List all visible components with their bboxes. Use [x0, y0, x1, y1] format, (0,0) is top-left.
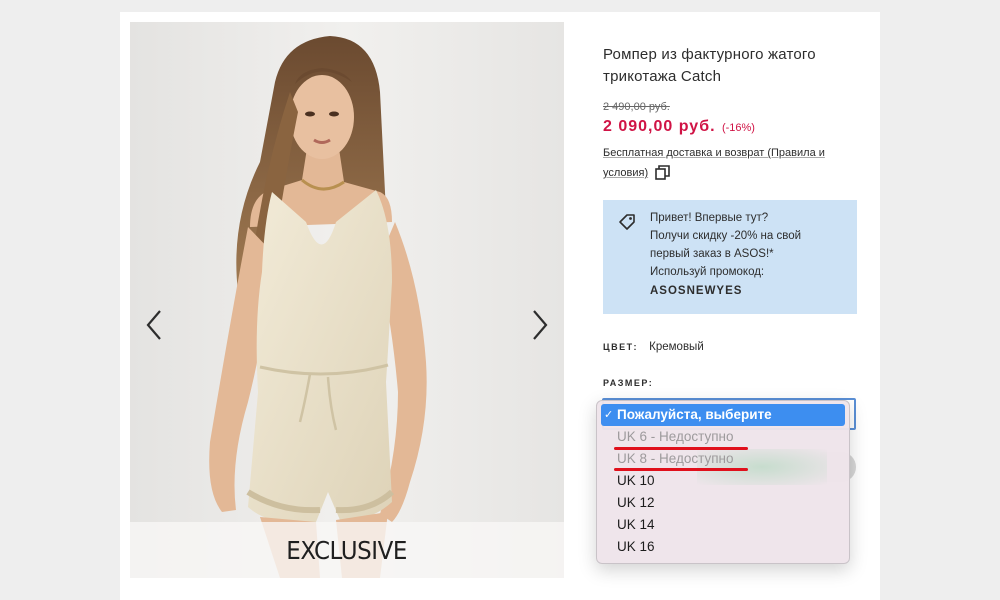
size-option-label: UK 10: [617, 473, 655, 488]
product-photo: [130, 22, 564, 578]
checkmark-icon: ✓: [604, 409, 614, 421]
size-option-uk8: UK 8 - Недоступно: [601, 448, 845, 470]
exclusive-badge: EXCLUSIVE: [130, 522, 564, 578]
size-option-uk10[interactable]: UK 10: [601, 470, 845, 492]
delivery-terms-link-end[interactable]: условия): [603, 167, 648, 179]
size-option-uk12[interactable]: UK 12: [601, 492, 845, 514]
promo-line-1: Привет! Впервые тут?: [650, 212, 769, 224]
exclusive-badge-label: EXCLUSIVE: [286, 535, 408, 565]
delivery-info: Бесплатная доставка и возврат (Правила и…: [603, 143, 843, 183]
color-row: ЦВЕТ: Кремовый: [603, 341, 704, 353]
price-row: 2 090,00 руб. (-16%): [603, 118, 755, 136]
size-label: РАЗМЕР:: [603, 378, 654, 388]
size-option-uk16[interactable]: UK 16: [601, 536, 845, 558]
size-option-placeholder[interactable]: ✓ Пожалуйста, выберите: [601, 404, 845, 426]
delivery-terms-link[interactable]: Бесплатная доставка и возврат (Правила и: [603, 147, 825, 159]
product-image-gallery[interactable]: EXCLUSIVE: [130, 22, 564, 578]
size-option-label: Пожалуйста, выберите: [617, 407, 772, 422]
annotation-underline-uk6: [614, 447, 748, 450]
sale-price: 2 090,00 руб.: [603, 118, 716, 135]
size-option-label: UK 6 - Недоступно: [617, 429, 734, 444]
promo-text: Привет! Впервые тут? Получи скидку -20% …: [650, 209, 850, 300]
original-price: 2 490,00 руб.: [603, 101, 670, 113]
promo-line-4: Используй промокод:: [650, 266, 765, 278]
promo-banner: Привет! Впервые тут? Получи скидку -20% …: [603, 200, 857, 314]
gallery-next-button[interactable]: [528, 305, 552, 345]
product-title: Ромпер из фактурного жатого трикотажа Ca…: [603, 46, 816, 85]
color-value: Кремовый: [649, 341, 704, 353]
size-option-uk6: UK 6 - Недоступно: [601, 426, 845, 448]
color-label: ЦВЕТ:: [603, 342, 638, 352]
size-dropdown-menu[interactable]: ✓ Пожалуйста, выберите UK 6 - Недоступно…: [596, 400, 850, 564]
chevron-right-icon: [533, 310, 548, 340]
size-option-label: UK 12: [617, 495, 655, 510]
promo-line-3: первый заказ в ASOS!*: [650, 248, 774, 260]
discount-badge: (-16%): [721, 122, 755, 134]
gallery-prev-button[interactable]: [142, 305, 166, 345]
copy-icon[interactable]: [655, 165, 671, 180]
chevron-left-icon: [146, 310, 161, 340]
size-option-label: UK 8 - Недоступно: [617, 451, 734, 466]
size-option-uk14[interactable]: UK 14: [601, 514, 845, 536]
annotation-underline-uk8: [614, 468, 748, 471]
size-option-label: UK 16: [617, 539, 655, 554]
size-option-label: UK 14: [617, 517, 655, 532]
promo-code: ASOSNEWYES: [650, 285, 743, 297]
promo-line-2: Получи скидку -20% на свой: [650, 230, 802, 242]
tag-icon: [619, 214, 635, 230]
